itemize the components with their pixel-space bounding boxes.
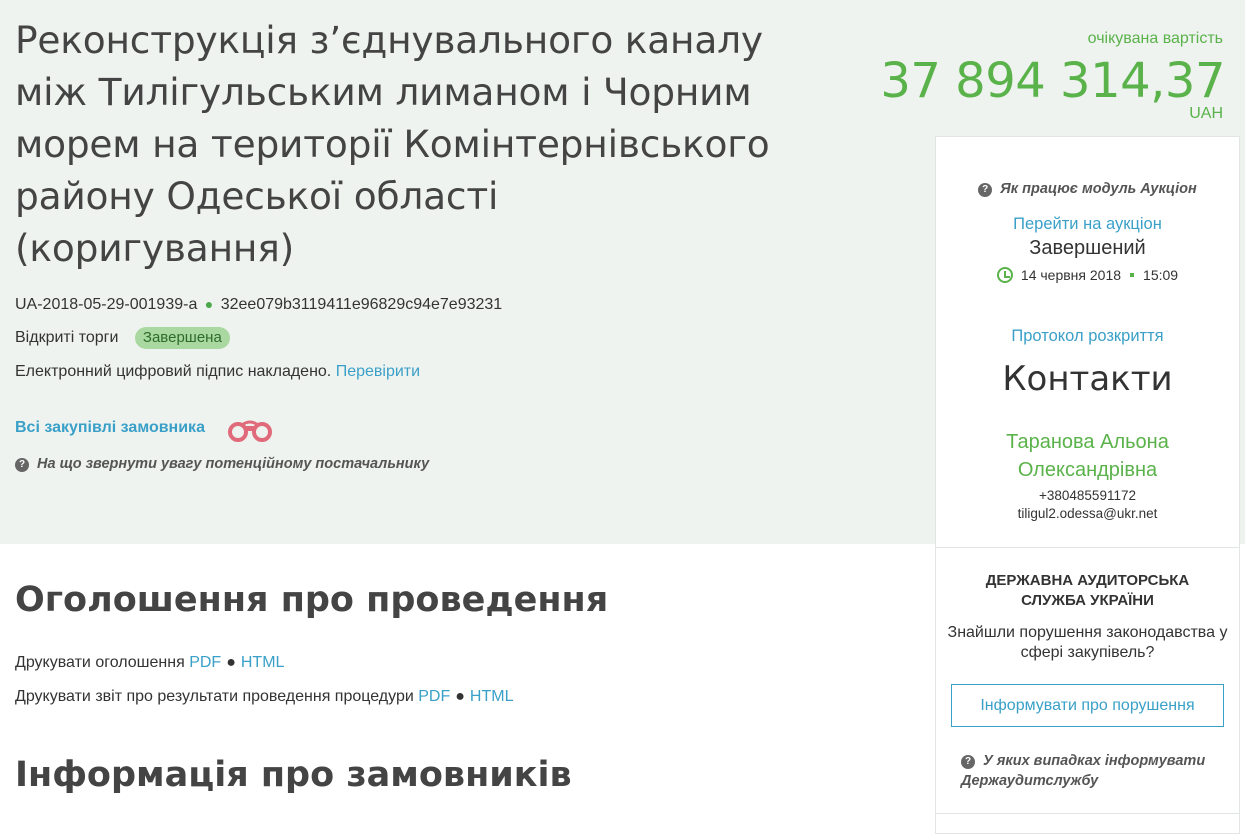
question-icon: ? (15, 458, 29, 472)
expected-price-label: очікувана вартість (1087, 30, 1223, 47)
tender-id: UA-2018-05-29-001939-a (15, 296, 198, 313)
report-violation-button[interactable]: Інформувати про порушення (951, 684, 1224, 727)
audit-question: Знайшли порушення законодавства у сфері … (947, 624, 1228, 661)
auction-datetime: 14 червня 2018 15:09 (936, 267, 1239, 283)
tender-title: Реконструкція з’єднувального каналу між … (15, 18, 770, 270)
audit-service-title: ДЕРЖАВНА АУДИТОРСЬКА СЛУЖБА УКРАЇНИ (985, 572, 1190, 609)
auction-date: 14 червня 2018 (1020, 267, 1122, 283)
divider (936, 813, 1239, 814)
all-procurements-link[interactable]: Всі закупівлі замовника (15, 419, 205, 437)
contact-name: Таранова Альона Олександрівна (1006, 431, 1169, 481)
auction-time: 15:09 (1143, 267, 1179, 283)
announcement-pdf-link[interactable]: PDF (189, 654, 221, 671)
signature-text: Електронний цифровий підпис накладено. (15, 363, 332, 380)
go-to-auction-link[interactable]: Перейти на аукціон (936, 215, 1239, 234)
clock-icon (996, 267, 1013, 283)
signature-line: Електронний цифровий підпис накладено. П… (15, 363, 420, 381)
separator-dot (1130, 273, 1135, 277)
contacts-heading: Контакти (1002, 359, 1173, 399)
contact-phone: +380485591172 (1039, 488, 1136, 503)
separator-dot: ● (455, 688, 465, 705)
procedure-type: Відкриті торги (15, 329, 119, 346)
status-badge: Завершена (134, 327, 230, 349)
auction-help-text: Як працює модуль Аукціон (1000, 181, 1197, 197)
expected-price-value: 37 894 314,37 (880, 53, 1225, 109)
audit-help[interactable]: ? У яких випадках інформувати Держаудитсл… (961, 751, 1231, 791)
auction-status: Завершений (1029, 237, 1146, 259)
procedure-line: Відкриті торги Завершена (15, 327, 230, 349)
separator-dot: ● (226, 654, 236, 671)
question-icon: ? (961, 755, 975, 769)
divider (936, 547, 1239, 548)
protocol-link[interactable]: Протокол розкриття (936, 327, 1239, 346)
customers-heading: Інформація про замовників (15, 755, 572, 795)
contact-email: tiligul2.odessa@ukr.net (1017, 506, 1158, 521)
print-report-label: Друкувати звіт про результати проведення… (15, 688, 414, 705)
auction-help[interactable]: ? Як працює модуль Аукціон (936, 181, 1239, 197)
report-pdf-link[interactable]: PDF (418, 688, 450, 705)
verify-signature-link[interactable]: Перевірити (336, 363, 420, 380)
attention-text: На що звернути увагу потенційному постач… (37, 456, 430, 472)
separator-dot: ● (204, 296, 214, 312)
question-icon: ? (978, 183, 993, 197)
announcement-heading: Оголошення про проведення (15, 580, 609, 620)
print-announcement-line: Друкувати оголошення PDF ● HTML (15, 654, 284, 672)
price-currency: UAH (1189, 105, 1223, 122)
audit-help-text: У яких випадках інформувати Держаудитслу… (961, 753, 1206, 789)
info-sidebar: ? Як працює модуль Аукціон Перейти на аук… (935, 136, 1240, 834)
binoculars-icon[interactable] (225, 415, 275, 445)
announcement-html-link[interactable]: HTML (241, 654, 285, 671)
print-announcement-label: Друкувати оголошення (15, 654, 185, 671)
tender-hash: 32ee079b3119411e96829c94e7e93231 (220, 296, 503, 313)
tender-id-line: UA-2018-05-29-001939-a ● 32ee079b3119411… (15, 296, 502, 314)
report-html-link[interactable]: HTML (470, 688, 514, 705)
print-report-line: Друкувати звіт про результати проведення… (15, 688, 513, 706)
attention-help[interactable]: ? На що звернути увагу потенційному поста… (15, 456, 429, 472)
